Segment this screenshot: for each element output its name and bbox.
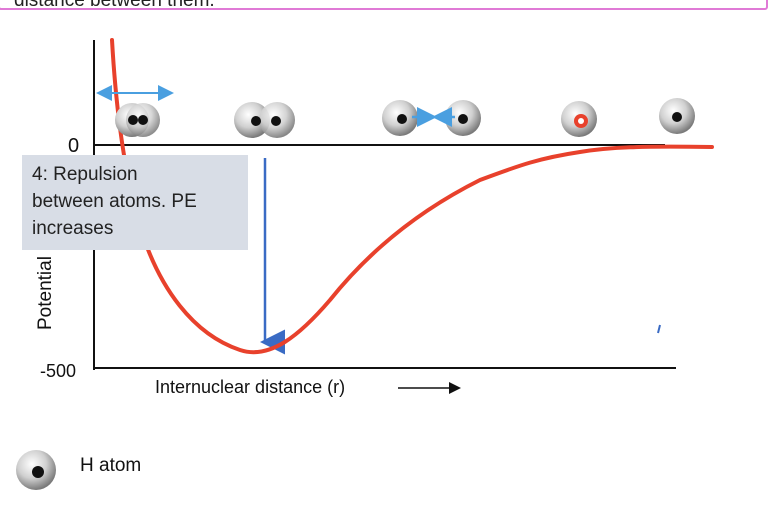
repulsion-callout: 4: Repulsion between atoms. PE increases <box>22 155 248 250</box>
callout-line-1: 4: Repulsion <box>32 164 138 185</box>
h-atom-icon <box>16 450 56 490</box>
atom-pair-bonded <box>234 102 295 138</box>
x-axis-label: Internuclear distance (r) <box>155 377 345 397</box>
callout-line-3: increases <box>32 218 114 239</box>
y-axis-label: Potential <box>35 256 56 330</box>
atom-highlighted <box>561 101 597 137</box>
callout-line-2: between atoms. PE <box>32 191 197 212</box>
atom-pair-attracting <box>382 100 481 136</box>
atom-pair-overlapping <box>115 103 160 137</box>
stray-mark <box>657 324 661 334</box>
potential-energy-diagram: 0 -500 Potential Internuclear distance (… <box>16 38 714 490</box>
atom-isolated <box>659 98 695 134</box>
legend-label: H atom <box>80 455 142 476</box>
y-tick-zero: 0 <box>68 135 79 157</box>
y-tick-minus-500: -500 <box>40 361 76 381</box>
